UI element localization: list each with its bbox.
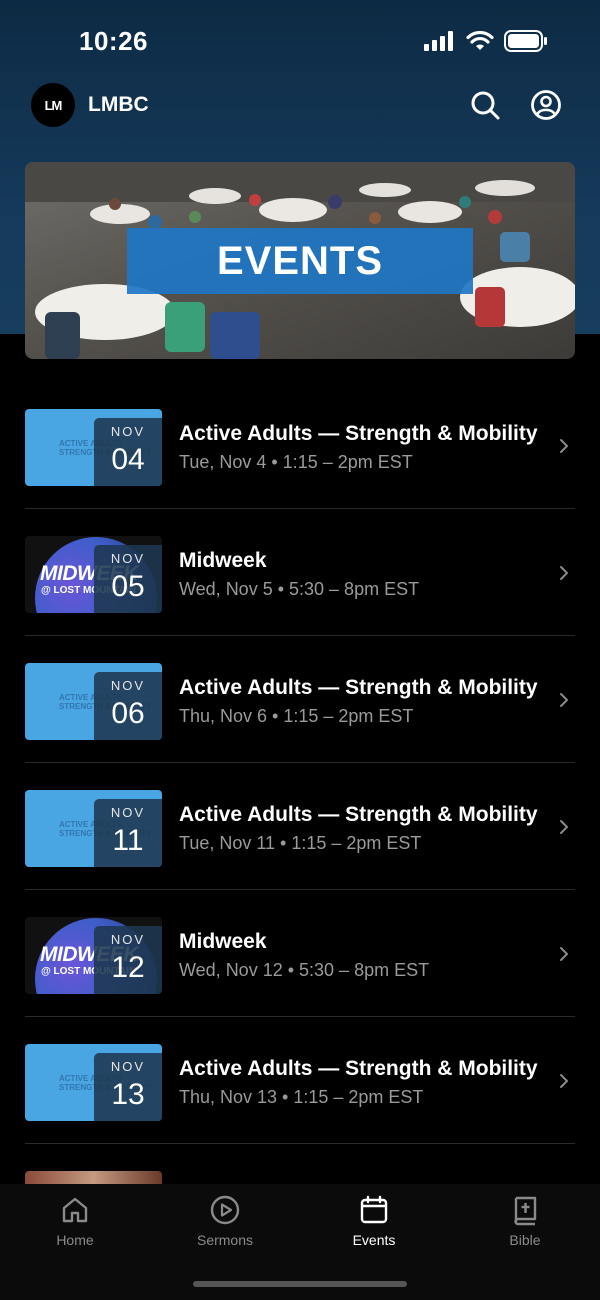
date-month: NOV <box>110 1059 146 1074</box>
tab-label-home: Home <box>56 1232 94 1248</box>
event-row[interactable]: ACTIVE ADULTS STRENGTH & MOBILITY NOV 04… <box>0 382 600 509</box>
chevron-right-icon <box>560 1074 568 1088</box>
events-banner: EVENTS <box>25 162 575 359</box>
bible-icon <box>514 1196 537 1226</box>
event-thumbnail: MIDWEEK @ LOST MOUNTAIN NOV 05 <box>25 536 162 613</box>
date-badge: NOV 13 <box>94 1053 162 1121</box>
event-title: Active Adults — Strength & Mobility <box>179 1057 538 1080</box>
tab-label-sermons: Sermons <box>196 1232 254 1248</box>
date-badge: NOV 05 <box>94 545 162 613</box>
date-month: NOV <box>110 678 146 693</box>
calendar-icon <box>360 1195 388 1224</box>
date-month: NOV <box>110 424 146 439</box>
event-datetime: Tue, Nov 4 • 1:15 – 2pm EST <box>179 452 413 472</box>
chevron-right-icon <box>560 947 568 961</box>
event-row[interactable]: MIDWEEK @ LOST MOUNTAIN NOV 05 Midweek W… <box>0 509 600 636</box>
event-title: Active Adults — Strength & Mobility <box>179 422 538 445</box>
tab-sermons[interactable]: Sermons <box>165 1194 285 1248</box>
event-datetime: Thu, Nov 13 • 1:15 – 2pm EST <box>179 1087 424 1107</box>
play-circle-icon <box>210 1195 240 1225</box>
event-row[interactable]: MIDWEEK @ LOST MOUNTAIN NOV 12 Midweek W… <box>0 890 600 1017</box>
search-icon[interactable] <box>469 89 501 121</box>
battery-icon <box>504 30 547 52</box>
date-badge: NOV 04 <box>94 418 162 486</box>
banner-title: EVENTS <box>127 228 473 294</box>
event-thumbnail: MIDWEEK @ LOST MOUNTAIN NOV 12 <box>25 917 162 994</box>
date-day: 13 <box>111 1078 145 1111</box>
event-row-partial[interactable] <box>0 1144 600 1184</box>
status-time: 10:26 <box>79 26 148 56</box>
event-thumbnail: ACTIVE ADULTS STRENGTH & MOBILITY NOV 11 <box>25 790 162 867</box>
date-badge: NOV 12 <box>94 926 162 994</box>
event-thumbnail <box>25 1171 162 1184</box>
date-day: 11 <box>112 824 144 857</box>
event-title: Active Adults — Strength & Mobility <box>179 803 538 826</box>
event-row[interactable]: ACTIVE ADULTS STRENGTH & MOBILITY NOV 06… <box>0 636 600 763</box>
app-title: LMBC <box>88 93 149 116</box>
event-thumbnail: ACTIVE ADULTS STRENGTH & MOBILITY NOV 13 <box>25 1044 162 1121</box>
tab-events[interactable]: Events <box>314 1194 434 1248</box>
tab-label-events: Events <box>352 1232 396 1248</box>
date-day: 06 <box>111 697 145 730</box>
event-datetime: Wed, Nov 5 • 5:30 – 8pm EST <box>179 579 420 599</box>
event-row[interactable]: ACTIVE ADULTS STRENGTH & MOBILITY NOV 13… <box>0 1017 600 1144</box>
date-month: NOV <box>110 551 146 566</box>
events-list: ACTIVE ADULTS STRENGTH & MOBILITY NOV 04… <box>0 382 600 1184</box>
date-day: 12 <box>111 951 145 984</box>
date-badge: NOV 11 <box>94 799 162 867</box>
tab-bible[interactable]: Bible <box>465 1194 585 1248</box>
date-day: 05 <box>111 570 145 603</box>
date-badge: NOV 06 <box>94 672 162 740</box>
chevron-right-icon <box>560 439 568 453</box>
chevron-right-icon <box>560 566 568 580</box>
wifi-icon <box>466 31 494 50</box>
event-title: Active Adults — Strength & Mobility <box>179 676 538 699</box>
event-title: Midweek <box>179 930 267 953</box>
event-thumbnail: ACTIVE ADULTS STRENGTH & MOBILITY NOV 04 <box>25 409 162 486</box>
status-icons <box>424 30 548 52</box>
tab-home[interactable]: Home <box>15 1194 135 1248</box>
chevron-right-icon <box>560 693 568 707</box>
cellular-signal-icon <box>424 31 453 51</box>
event-row[interactable]: ACTIVE ADULTS STRENGTH & MOBILITY NOV 11… <box>0 763 600 890</box>
event-title: Midweek <box>179 549 267 572</box>
home-indicator[interactable] <box>193 1281 407 1287</box>
chevron-right-icon <box>560 820 568 834</box>
church-logo[interactable]: LM <box>31 83 75 127</box>
logo-letters: LM <box>44 97 63 113</box>
event-thumbnail: ACTIVE ADULTS STRENGTH & MOBILITY NOV 06 <box>25 663 162 740</box>
app-header: LM LMBC <box>0 80 600 134</box>
home-icon <box>62 1197 88 1223</box>
date-day: 04 <box>111 443 145 476</box>
event-datetime: Wed, Nov 12 • 5:30 – 8pm EST <box>179 960 430 980</box>
profile-icon[interactable] <box>530 89 562 121</box>
tab-label-bible: Bible <box>509 1232 541 1248</box>
status-bar: 10:26 <box>0 0 600 80</box>
date-month: NOV <box>110 932 146 947</box>
date-month: NOV <box>110 805 146 820</box>
event-datetime: Thu, Nov 6 • 1:15 – 2pm EST <box>179 706 414 726</box>
event-datetime: Tue, Nov 11 • 1:15 – 2pm EST <box>179 833 422 853</box>
